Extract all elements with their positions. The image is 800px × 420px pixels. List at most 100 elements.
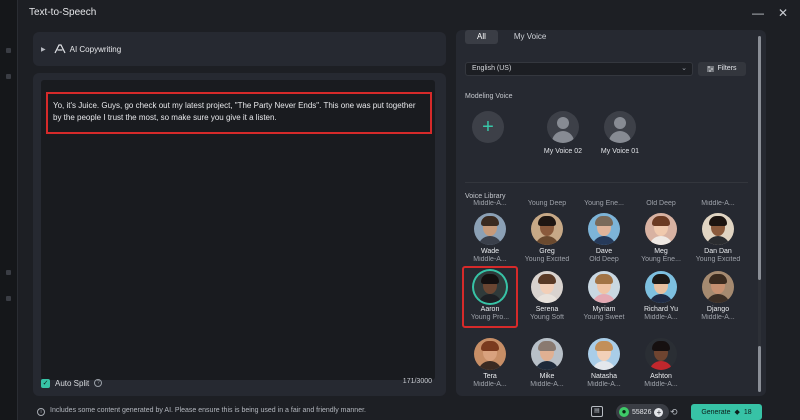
voice-panel: All My Voice English (US) ⌄ Filters Mode… — [456, 30, 766, 396]
voice-card-dan-dan[interactable]: Dan Dan Young Excited — [692, 213, 744, 263]
voice-card-mike[interactable]: Mike Middle-A... — [521, 338, 573, 388]
voice-avatar — [588, 271, 620, 303]
voice-avatar — [588, 213, 620, 245]
voice-name: Aaron — [480, 306, 500, 313]
modeling-voice-label: Modeling Voice — [465, 93, 513, 100]
voice-name: Wade — [480, 248, 500, 255]
voice-card-django[interactable]: Django Middle-A... — [692, 271, 744, 321]
generate-label: Generate — [701, 408, 731, 416]
voice-avatar — [702, 213, 734, 245]
filters-icon — [707, 66, 715, 72]
chevron-down-icon: ⌄ — [681, 65, 687, 72]
credit-gem-icon: ◆ — [734, 409, 740, 416]
voice-description: Middle-A... — [473, 381, 507, 388]
voice-description: Middle-A... — [473, 256, 507, 263]
ai-copywriting-label: AI Copywriting — [69, 44, 122, 54]
tab-my-voice[interactable]: My Voice — [502, 30, 558, 44]
tab-all[interactable]: All — [465, 30, 498, 44]
ai-copywriting-icon — [54, 44, 66, 54]
voice-card-aaron[interactable]: Aaron Young Pro... — [462, 266, 518, 328]
info-icon: i — [37, 408, 45, 416]
voice-name: Tera — [483, 373, 497, 380]
voice-desc-partial: Middle-A... — [701, 200, 735, 207]
voice-name: Django — [706, 306, 730, 313]
voice-name: Ashton — [650, 373, 672, 380]
voice-name: Dave — [595, 248, 613, 255]
dialog-title: Text-to-Speech — [29, 7, 97, 18]
close-button[interactable]: ✕ — [774, 4, 792, 22]
voice-card-meg[interactable]: Meg Young Ene... — [635, 213, 687, 263]
credits-badge[interactable]: ● 55826 + — [616, 404, 670, 420]
voice-description: Young Excited — [524, 256, 570, 263]
my-voice-name: My Voice 02 — [543, 148, 583, 155]
voice-avatar — [645, 271, 677, 303]
voice-desc-partial: Young Deep — [527, 200, 567, 207]
voice-avatar — [531, 338, 563, 370]
my-voice-name: My Voice 01 — [600, 148, 640, 155]
voice-avatar — [474, 271, 506, 303]
filters-button[interactable]: Filters — [698, 62, 746, 76]
voice-description: Young Excited — [695, 256, 741, 263]
language-select[interactable]: English (US) ⌄ — [465, 62, 693, 76]
plus-icon: + — [482, 115, 494, 138]
voice-name: Mike — [539, 373, 555, 380]
bottom-bar: i Includes some content generated by AI.… — [18, 404, 800, 420]
background-app-icon — [6, 74, 11, 79]
auto-split-checkbox[interactable]: ✓ — [41, 378, 50, 388]
voice-avatar — [702, 271, 734, 303]
voice-card-greg[interactable]: Greg Young Excited — [521, 213, 573, 263]
voice-library-grid: Middle-A... Young Deep Young Ene... Old Dee… — [456, 200, 756, 396]
voice-description: Old Deep — [589, 256, 619, 263]
subtitle-icon[interactable]: ▤ — [591, 406, 603, 417]
my-voice-02[interactable]: My Voice 02 — [541, 111, 585, 155]
voice-card-wade[interactable]: Wade Middle-A... — [464, 213, 516, 263]
voice-avatar — [588, 338, 620, 370]
voice-avatar — [474, 338, 506, 370]
character-count: 171/3000 — [402, 378, 432, 385]
voice-avatar — [645, 213, 677, 245]
voice-avatar — [645, 338, 677, 370]
script-text-area[interactable]: Yo, it's Juice. Guys, go check out my la… — [41, 80, 435, 380]
title-bar: Text-to-Speech — ✕ — [18, 0, 800, 26]
expand-caret-icon[interactable]: ▶ — [41, 46, 46, 53]
background-app-icon — [6, 296, 11, 301]
divider — [465, 182, 748, 183]
voice-avatar — [531, 213, 563, 245]
generate-button[interactable]: Generate ◆ 18 — [691, 404, 762, 420]
background-app-icon — [6, 270, 11, 275]
editor-footer: ✓ Auto Split ? 171/3000 — [41, 375, 435, 391]
refresh-icon[interactable]: ⟲ — [670, 407, 678, 418]
voice-library-label: Voice Library — [465, 193, 506, 200]
info-icon[interactable]: ? — [94, 379, 103, 387]
add-voice-button[interactable]: + — [472, 111, 504, 143]
minimize-button[interactable]: — — [749, 4, 767, 22]
add-credits-icon[interactable]: + — [654, 407, 664, 417]
voice-description: Young Pro... — [470, 314, 510, 321]
voice-card-richard-yu[interactable]: Richard Yu Middle-A... — [635, 271, 687, 321]
voice-card-natasha[interactable]: Natasha Middle-A... — [578, 338, 630, 388]
voice-card-ashton[interactable]: Ashton Middle-A... — [635, 338, 687, 388]
voice-name: Natasha — [590, 373, 618, 380]
voice-card-tera[interactable]: Tera Middle-A... — [464, 338, 516, 388]
scrollbar-thumb[interactable] — [758, 36, 761, 280]
voice-avatar — [531, 271, 563, 303]
voice-desc-partial: Middle-A... — [473, 200, 507, 207]
text-to-speech-dialog: Text-to-Speech — ✕ ▶ AI Copywriting Yo, … — [17, 0, 800, 420]
voice-description: Young Sweet — [583, 314, 625, 321]
voice-name: Dan Dan — [704, 248, 732, 255]
library-scrollbar-thumb[interactable] — [758, 346, 761, 392]
voice-name: Greg — [539, 248, 555, 255]
ai-copywriting-panel[interactable]: ▶ AI Copywriting — [33, 32, 446, 66]
voice-avatar — [474, 213, 506, 245]
voice-card-dave[interactable]: Dave Old Deep — [578, 213, 630, 263]
voice-description: Middle-A... — [530, 381, 564, 388]
ai-content-notice: Includes some content generated by AI. P… — [50, 407, 366, 414]
default-avatar-icon — [547, 111, 579, 143]
voice-card-myriam[interactable]: Myriam Young Sweet — [578, 271, 630, 321]
voice-card-serena[interactable]: Serena Young Soft — [521, 271, 573, 321]
voice-name: Meg — [654, 248, 668, 255]
voice-description: Middle-A... — [701, 314, 735, 321]
my-voice-01[interactable]: My Voice 01 — [598, 111, 642, 155]
script-text[interactable]: Yo, it's Juice. Guys, go check out my la… — [46, 92, 432, 134]
voice-desc-partial: Old Deep — [646, 200, 676, 207]
